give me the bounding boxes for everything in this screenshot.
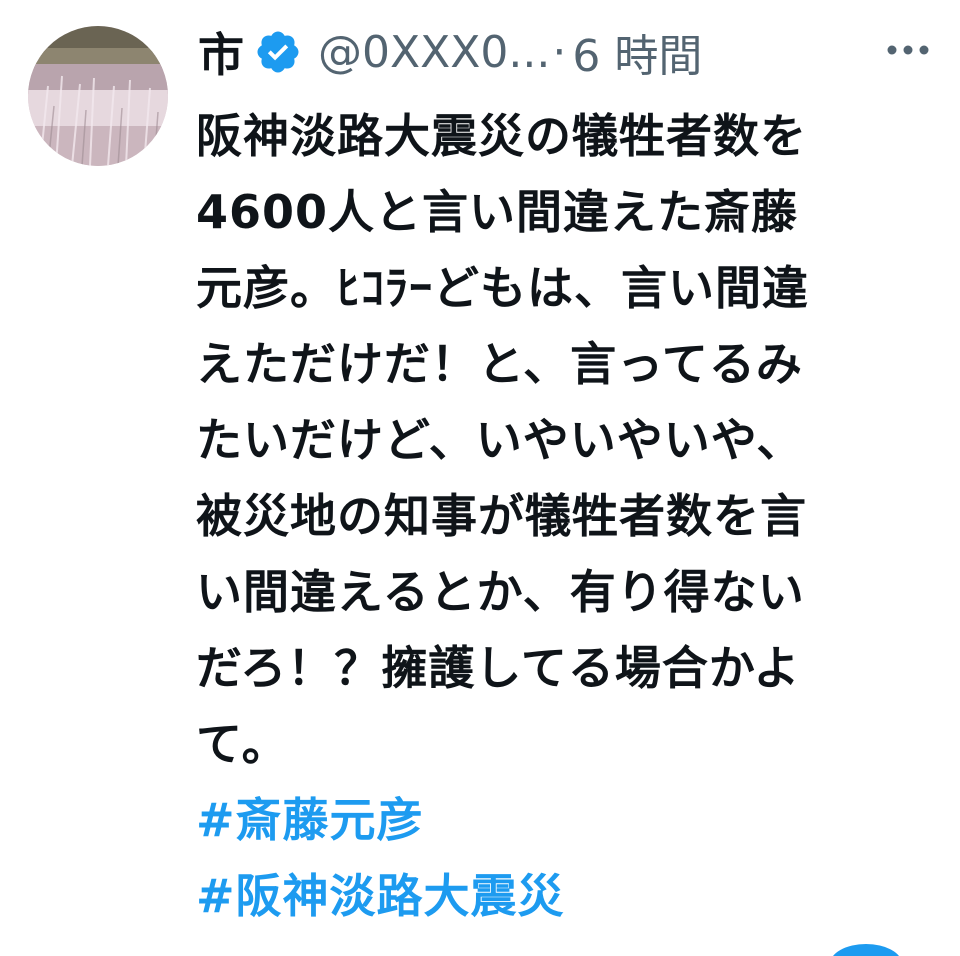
avatar[interactable] xyxy=(28,26,168,166)
display-name[interactable]: 市 xyxy=(198,19,244,85)
tweet-text-line: い間違えるとか、有り得ない xyxy=(196,565,805,619)
user-handle[interactable]: @0XXX0... xyxy=(318,27,550,78)
tweet-text-line: 4600人と言い間違えた斎藤 xyxy=(196,185,799,239)
more-options-icon[interactable] xyxy=(884,38,932,62)
tweet-text-line: て。 xyxy=(196,717,289,771)
tweet-text-line: 元彦。ﾋｺﾗｰどもは、言い間違 xyxy=(196,261,809,315)
avatar-image xyxy=(28,26,168,166)
tweet-text-line: 被災地の知事が犠牲者数を言 xyxy=(196,489,807,543)
tweet-text-line: だろ！？擁護してる場合かよ xyxy=(196,641,801,695)
tweet-header: 市 @0XXX0... · 6 時間 xyxy=(198,18,702,86)
tweet-body: 阪神淡路大震災の犠牲者数を 4600人と言い間違えた斎藤 元彦。ﾋｺﾗｰどもは、… xyxy=(196,98,936,934)
hashtag-link[interactable]: #阪神淡路大震災 xyxy=(196,858,936,934)
verified-badge-icon xyxy=(254,28,302,76)
tweet-text-line: えただけだ！と、言ってるみ xyxy=(196,337,803,391)
tweet-text-line: たいだけど、いやいやいや、 xyxy=(196,413,804,467)
timestamp[interactable]: 6 時間 xyxy=(572,20,702,84)
hashtag-link[interactable]: #斎藤元彦 xyxy=(196,782,936,858)
partial-action-icon[interactable] xyxy=(830,944,902,956)
separator-dot: · xyxy=(552,26,567,78)
tweet-text-line: 阪神淡路大震災の犠牲者数を xyxy=(196,109,807,163)
tweet-card: 市 @0XXX0... · 6 時間 阪神淡路大震災の犠牲者数を 4600人と言… xyxy=(0,0,960,956)
